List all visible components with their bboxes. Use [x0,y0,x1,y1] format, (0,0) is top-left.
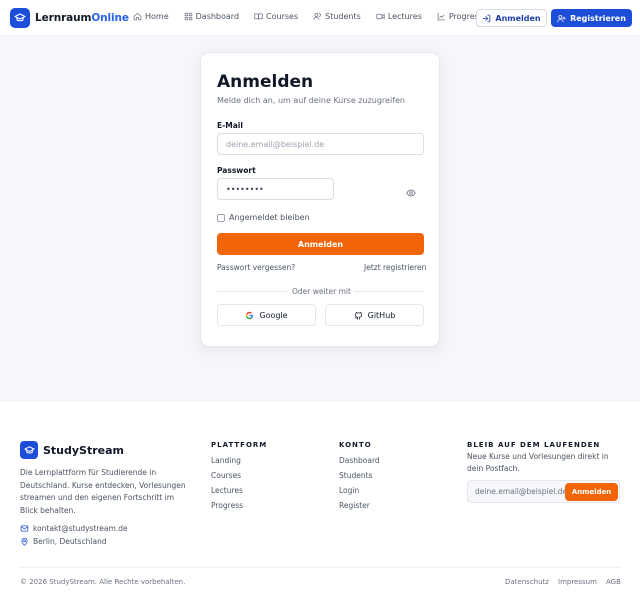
nav-link-dashboard[interactable]: Dashboard [184,12,239,21]
footer-location: Berlin, Deutschland [20,537,107,546]
footer-link-students[interactable]: Students [339,471,372,480]
footer-plattform-title: PLATTFORM [211,441,268,449]
login-submit-button[interactable]: Anmelden [217,233,424,255]
footer-location-text: Berlin, Deutschland [33,537,107,546]
footer-newsletter-text: Neue Kurse und Vorlesungen direkt in dei… [467,452,609,473]
nav-link-label: Lectures [387,12,422,21]
nav-link-label: Courses [266,12,299,21]
nav-link-students[interactable]: Students [313,12,361,21]
footer-divider [20,567,620,568]
nav-register-label: Registrieren [570,13,626,23]
footer-email[interactable]: kontakt@studystream.de [20,524,128,533]
footer-link-courses[interactable]: Courses [211,471,241,480]
newsletter-subscribe-button[interactable]: Anmelden [565,483,618,501]
book-icon [254,13,263,20]
nav-register-button[interactable]: Registrieren [551,9,632,27]
nav-link-home[interactable]: Home [133,12,169,21]
login-card: Anmelden Melde dich an, um auf deine Kur… [200,52,440,347]
nav-links: Home Dashboard Courses Students Lectures… [133,12,498,21]
footer-brand[interactable]: StudyStream [20,441,124,459]
site-footer: StudyStream Die Lernplattform für Studie… [0,400,640,601]
brand-name: LernraumOnline [35,12,129,24]
nav-link-courses[interactable]: Courses [254,12,298,21]
newsletter-form: deine.email@beispiel.de Anmelden [467,480,620,503]
google-icon [246,311,254,319]
google-label: Google [259,310,288,320]
newsletter-email-input[interactable]: deine.email@beispiel.de [475,487,567,496]
chart-icon [437,13,445,21]
password-input[interactable] [217,178,334,200]
footer-link-agb[interactable]: AGB [606,578,621,586]
github-icon [354,311,362,320]
top-navbar: LernraumOnline Home Dashboard Courses St… [0,0,640,36]
footer-link-impressum[interactable]: Impressum [558,578,597,586]
users-icon [313,13,321,20]
login-icon [483,14,491,22]
remember-checkbox[interactable] [217,213,225,222]
footer-link-datenschutz[interactable]: Datenschutz [505,578,549,586]
remember-label: Angemeldet bleiben [229,213,310,222]
footer-copyright: © 2026 StudyStream. Alle Rechte vorbehal… [20,578,186,586]
login-subtitle: Melde dich an, um auf deine Kurse zuzugr… [217,96,405,105]
nav-link-label: Dashboard [195,12,240,21]
github-login-button[interactable]: GitHub [325,304,424,326]
github-label: GitHub [367,310,396,320]
footer-link-progress[interactable]: Progress [211,501,243,510]
graduation-cap-icon [20,441,38,459]
forgot-password-link[interactable]: Passwort vergessen? [217,263,295,272]
divider-text: Oder weiter mit [292,287,351,296]
divider-line-left [217,291,287,292]
footer-link-dashboard[interactable]: Dashboard [339,456,380,465]
footer-newsletter-title: BLEIB AUF DEM LAUFENDEN [467,441,601,449]
dashboard-icon [184,12,192,21]
user-plus-icon [557,14,566,22]
graduation-cap-icon [10,8,30,28]
video-icon [376,13,385,20]
nav-link-lectures[interactable]: Lectures [376,12,422,21]
footer-description: Die Lernplattform für Studierende in Deu… [20,468,186,515]
login-title: Anmelden [217,72,314,92]
email-input[interactable] [217,133,424,155]
email-label: E-Mail [217,121,243,130]
footer-link-landing[interactable]: Landing [211,456,241,465]
nav-link-label: Students [325,12,361,21]
footer-brand-name: StudyStream [43,443,125,457]
main-content: Anmelden Melde dich an, um auf deine Kur… [0,36,640,400]
footer-konto-title: KONTO [339,441,372,449]
nav-login-button[interactable]: Anmelden [476,9,547,27]
home-icon [133,13,142,21]
brand-logo-link[interactable]: LernraumOnline [10,8,129,28]
map-pin-icon [21,537,28,546]
footer-link-lectures[interactable]: Lectures [211,486,243,495]
footer-link-login[interactable]: Login [339,486,359,495]
footer-link-register[interactable]: Register [339,501,370,510]
remember-me[interactable]: Angemeldet bleiben [217,213,310,222]
register-link[interactable]: Jetzt registrieren [364,263,426,272]
divider-line-right [354,291,424,292]
google-login-button[interactable]: Google [217,304,316,326]
nav-link-label: Home [145,12,169,21]
mail-icon [20,525,29,532]
password-label: Passwort [217,166,256,175]
eye-icon[interactable] [406,183,416,202]
nav-login-label: Anmelden [495,13,541,23]
footer-email-text: kontakt@studystream.de [33,524,128,533]
